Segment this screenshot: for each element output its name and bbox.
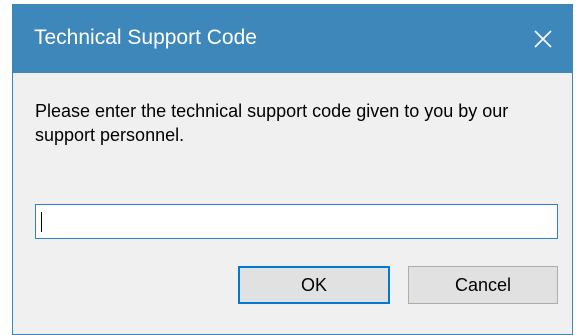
close-icon (534, 30, 552, 48)
close-button[interactable] (514, 5, 572, 73)
ok-button[interactable]: OK (238, 266, 390, 304)
support-code-dialog: Technical Support Code Please enter the … (12, 4, 573, 335)
dialog-title: Technical Support Code (34, 26, 257, 49)
text-caret (41, 212, 42, 232)
support-code-input[interactable] (35, 204, 558, 239)
cancel-button[interactable]: Cancel (408, 266, 558, 304)
title-bar[interactable]: Technical Support Code (13, 5, 572, 73)
instruction-text: Please enter the technical support code … (35, 101, 509, 145)
